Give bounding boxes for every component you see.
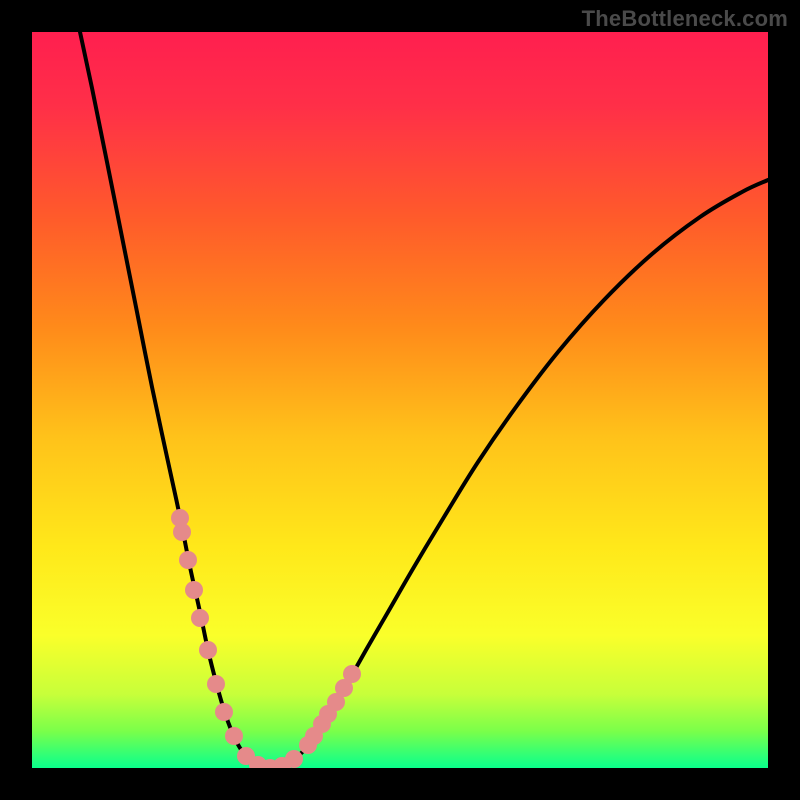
data-marker <box>225 727 243 745</box>
watermark-text: TheBottleneck.com <box>582 6 788 32</box>
data-marker <box>185 581 203 599</box>
plot-svg <box>32 32 768 768</box>
chart-container: TheBottleneck.com <box>0 0 800 800</box>
data-marker <box>285 750 303 768</box>
data-marker <box>199 641 217 659</box>
data-marker <box>179 551 197 569</box>
data-marker <box>343 665 361 683</box>
data-marker <box>173 523 191 541</box>
data-marker <box>191 609 209 627</box>
plot-area <box>32 32 768 768</box>
data-marker <box>207 675 225 693</box>
gradient-background <box>32 32 768 768</box>
data-marker <box>215 703 233 721</box>
